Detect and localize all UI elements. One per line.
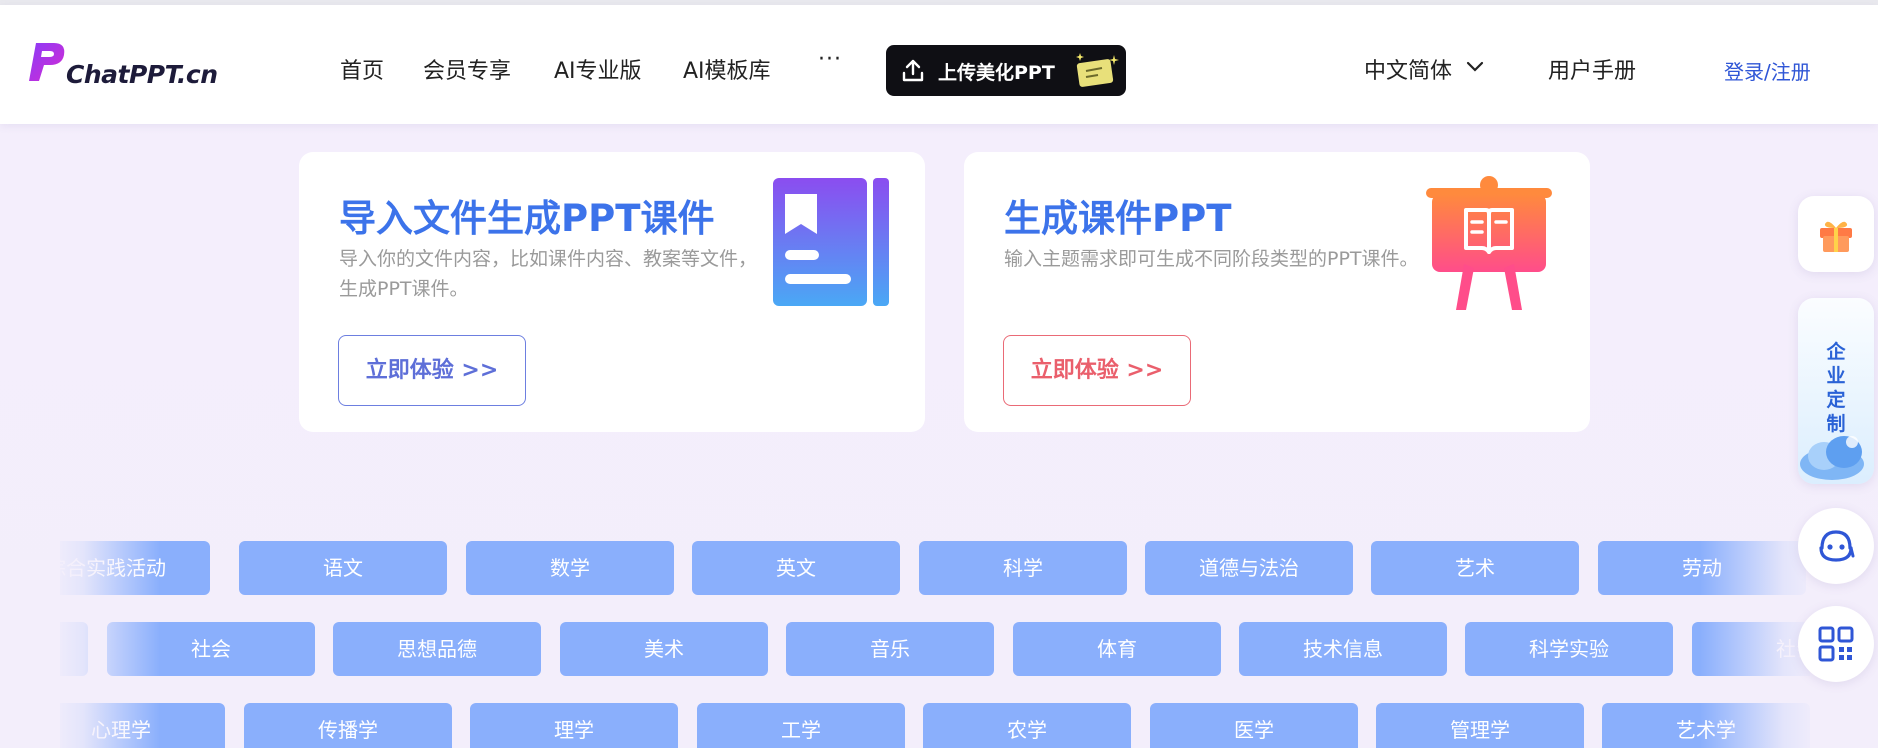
nav-home[interactable]: 首页 (340, 53, 384, 85)
chat-support-icon (1819, 530, 1855, 562)
chevron-down-icon[interactable] (1466, 61, 1484, 73)
subject-pill[interactable]: 语文 (239, 541, 447, 595)
subject-pill[interactable]: 医学 (1150, 703, 1358, 748)
subject-pill[interactable]: 劳动 (1598, 541, 1806, 595)
customer-service-float-button[interactable] (1798, 508, 1874, 584)
presentation-board-icon (1426, 176, 1552, 310)
card-title: 生成课件PPT (1004, 197, 1232, 240)
logo-mark-icon (29, 43, 65, 81)
subject-pill[interactable]: 科学 (919, 541, 1127, 595)
qr-code-float-button[interactable] (1798, 606, 1874, 682)
logo-text: ChatPPT.cn (66, 60, 218, 89)
subject-pill[interactable]: 美术 (560, 622, 768, 676)
subject-pill[interactable]: 音乐 (786, 622, 994, 676)
language-selector[interactable]: 中文简体 (1364, 53, 1452, 85)
nav-ai-pro[interactable]: AI专业版 (554, 53, 642, 85)
subject-pill[interactable]: 心理学 (60, 703, 225, 748)
cloud-illustration-icon (1800, 436, 1864, 480)
try-now-button[interactable]: 立即体验 >> (338, 335, 526, 406)
subject-pill[interactable] (60, 622, 88, 676)
subject-pill[interactable]: 体育 (1013, 622, 1221, 676)
subject-pill[interactable]: 管理学 (1376, 703, 1584, 748)
subject-pill[interactable]: 道德与法治 (1145, 541, 1353, 595)
nav-membership[interactable]: 会员专享 (423, 53, 511, 85)
subject-pill[interactable]: 理学 (470, 703, 678, 748)
enterprise-custom-float-button[interactable]: 企业定制 (1798, 298, 1874, 484)
subject-pill[interactable]: 技术信息 (1239, 622, 1447, 676)
upload-beautify-ppt-button[interactable]: 上传美化PPT (886, 45, 1126, 96)
subject-pill[interactable]: 综合实践活动 (60, 541, 210, 595)
subject-pill[interactable]: 社会 (107, 622, 315, 676)
subject-row-university: 心理学 传播学 理学 工学 农学 医学 管理学 艺术学 (60, 703, 1810, 748)
book-icon (773, 178, 889, 306)
qr-code-icon (1818, 626, 1854, 662)
sparkle-slide-icon (1076, 53, 1119, 87)
import-file-card[interactable]: 导入文件生成PPT课件 导入你的文件内容，比如课件内容、教案等文件，生成PPT课… (299, 152, 925, 432)
subject-pill[interactable]: 社会 (1692, 622, 1810, 676)
subject-pill[interactable]: 工学 (697, 703, 905, 748)
gift-float-button[interactable] (1798, 196, 1874, 272)
card-description: 导入你的文件内容，比如课件内容、教案等文件，生成PPT课件。 (339, 248, 758, 300)
subject-pill[interactable]: 科学实验 (1465, 622, 1673, 676)
subject-row-secondary: 社会 思想品德 美术 音乐 体育 技术信息 科学实验 社会 (60, 622, 1810, 678)
chatppt-logo[interactable]: ChatPPT.cn (28, 41, 258, 97)
subject-pill[interactable]: 传播学 (244, 703, 452, 748)
subject-pill[interactable]: 英文 (692, 541, 900, 595)
subject-pill[interactable]: 数学 (466, 541, 674, 595)
subject-row-primary: 综合实践活动 语文 数学 英文 科学 道德与法治 艺术 劳动 (60, 541, 1810, 597)
gift-icon (1820, 221, 1852, 252)
card-title: 导入文件生成PPT课件 (339, 197, 715, 240)
nav-ai-templates[interactable]: AI模板库 (683, 53, 771, 85)
subject-pill[interactable]: 农学 (923, 703, 1131, 748)
card-description: 输入主题需求即可生成不同阶段类型的PPT课件。 (1004, 248, 1419, 270)
generate-courseware-card[interactable]: 生成课件PPT 输入主题需求即可生成不同阶段类型的PPT课件。 立即体验 >> (964, 152, 1590, 432)
subject-pill[interactable]: 思想品德 (333, 622, 541, 676)
user-manual-link[interactable]: 用户手册 (1548, 53, 1636, 85)
upload-button-label: 上传美化PPT (938, 62, 1055, 84)
top-navigation-bar: ChatPPT.cn 首页 会员专享 AI专业版 AI模板库 ··· 上传美化P… (0, 5, 1878, 124)
login-register-link[interactable]: 登录/注册 (1724, 56, 1811, 85)
upload-icon (902, 59, 924, 82)
subject-pill[interactable]: 艺术 (1371, 541, 1579, 595)
nav-more-button[interactable]: ··· (818, 47, 842, 72)
try-now-button[interactable]: 立即体验 >> (1003, 335, 1191, 406)
subject-pill[interactable]: 艺术学 (1602, 703, 1810, 748)
